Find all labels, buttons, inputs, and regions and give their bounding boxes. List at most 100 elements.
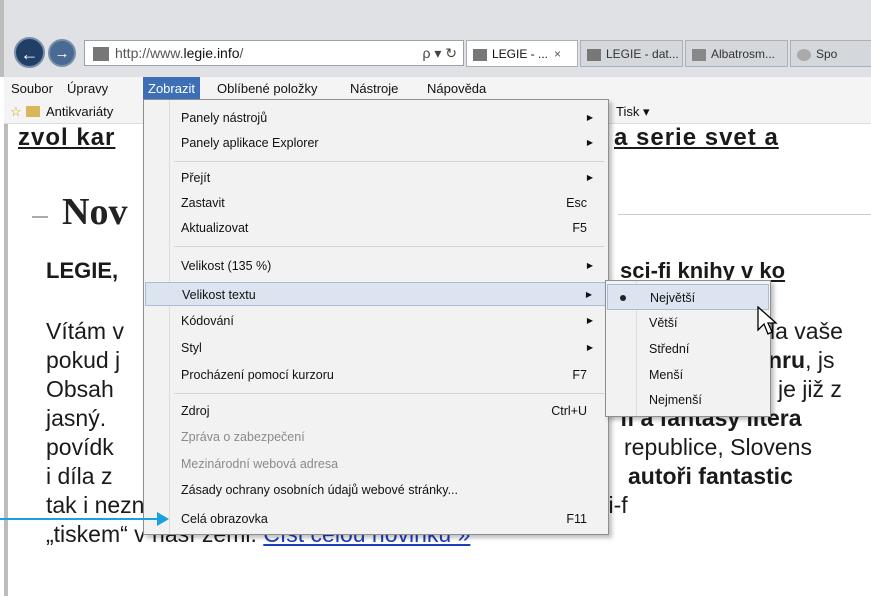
menu-zobrazit[interactable]: Zobrazit (143, 77, 200, 100)
menu-label: Velikost textu (182, 288, 256, 302)
menu-label: Menší (649, 368, 684, 382)
submenu-item-nejmensi[interactable]: Nejmenší (607, 387, 769, 413)
menu-napoveda[interactable]: Nápověda (422, 77, 491, 100)
menu-oblibene[interactable]: Oblíbené položky (212, 77, 322, 100)
favorite-antikvariaty[interactable]: Antikvariáty (46, 100, 113, 124)
menu-label: Zdroj (181, 404, 210, 418)
submenu-item-nejvetsi[interactable]: Největší (607, 284, 769, 310)
teaser-right[interactable]: a serie svet a (614, 124, 779, 152)
menu-label: Zpráva o zabezpečení (181, 430, 305, 444)
menu-label: Kódování (181, 314, 234, 328)
menu-label: Panely aplikace Explorer (181, 136, 319, 150)
callout-arrow-icon (157, 512, 169, 526)
menu-shortcut: Esc (566, 196, 587, 210)
subhead-left: LEGIE, (46, 258, 119, 283)
address-tools[interactable]: ρ ▾ ↻ (422, 41, 457, 65)
submenu-arrow-icon: ▶ (586, 316, 593, 325)
site-favicon-icon (93, 47, 109, 62)
tab-label: LEGIE - ... (492, 47, 549, 61)
tab-legie-active[interactable]: LEGIE - ... × (466, 40, 578, 67)
menu-item-prejit[interactable]: Přejít ▶ (145, 166, 607, 190)
menu-item-zdroj[interactable]: Zdroj Ctrl+U (145, 399, 607, 423)
body-bold: nru (768, 347, 806, 373)
menu-item-prochazeni-kurzorem[interactable]: Procházení pomocí kurzoru F7 (145, 363, 607, 387)
submenu-item-stredni[interactable]: Střední (607, 336, 769, 362)
heading-rule (618, 214, 871, 215)
body-line-left: jasný. (46, 405, 107, 431)
tab-legie-dat[interactable]: LEGIE - dat... (580, 40, 683, 67)
tab-spo[interactable]: Spo (790, 40, 871, 67)
site-favicon-icon (473, 48, 487, 61)
submenu-item-mensi[interactable]: Menší (607, 362, 769, 388)
menu-label: Celá obrazovka (181, 512, 268, 526)
mouse-cursor-icon (757, 306, 778, 335)
menu-label: Přejít (181, 171, 211, 185)
browser-toolbar: ← → http://www.legie.info/ ρ ▾ ↻ LEGIE -… (0, 0, 871, 77)
menu-label: Zásady ochrany osobních údajů webové str… (181, 483, 459, 497)
body-line-left: i díla z (46, 463, 113, 489)
menu-label: Střední (649, 342, 690, 356)
menu-label: Zastavit (181, 196, 225, 210)
menu-item-kodovani[interactable]: Kódování ▶ (145, 309, 607, 333)
body-line-left: povídk (46, 434, 114, 460)
star-icon[interactable]: ☆ (10, 100, 22, 124)
body-line-right: republice, Slovens (624, 434, 812, 460)
menu-shortcut: F5 (572, 221, 587, 235)
submenu-arrow-icon: ▶ (586, 113, 593, 122)
menu-shortcut: F7 (572, 368, 587, 382)
submenu-arrow-icon: ▶ (585, 290, 592, 299)
menu-item-velikost-textu[interactable]: Velikost textu ▶ (145, 282, 607, 306)
menu-item-panely-nastroju[interactable]: Panely nástrojů ▶ (145, 106, 607, 130)
ie-favicon-icon (797, 48, 811, 61)
teaser-left[interactable]: zvol kar (18, 124, 115, 152)
menu-item-mezinarodni-adresa: Mezinárodní webová adresa (145, 452, 607, 476)
menu-item-cela-obrazovka[interactable]: Celá obrazovka F11 (145, 507, 607, 531)
menu-item-zasady-ochrany[interactable]: Zásady ochrany osobních údajů webové str… (145, 478, 607, 502)
body-line-right: , js (805, 347, 835, 373)
tab-label: Spo (816, 47, 838, 61)
body-bold: autoři fantastic (628, 463, 793, 489)
address-bar[interactable]: http://www.legie.info/ ρ ▾ ↻ (84, 40, 464, 66)
view-menu-dropdown: Panely nástrojů ▶ Panely aplikace Explore… (143, 99, 609, 535)
submenu-arrow-icon: ▶ (586, 138, 593, 147)
body-line-right: la vaše (770, 318, 843, 344)
menu-label: Mezinárodní webová adresa (181, 457, 339, 471)
url-prefix: http://www. (115, 45, 184, 61)
menu-soubor[interactable]: Soubor (6, 77, 58, 100)
submenu-item-vetsi[interactable]: Větší (607, 310, 769, 336)
menu-upravy[interactable]: Úpravy (62, 77, 113, 100)
body-line-left: Vítám v (46, 318, 124, 344)
arrow-right-icon: → (54, 45, 70, 62)
submenu-arrow-icon: ▶ (586, 343, 593, 352)
menu-bar: Soubor Úpravy Zobrazit Oblíbené položky … (4, 77, 871, 100)
menu-label: Větší (649, 316, 678, 330)
menu-label: Aktualizovat (181, 221, 249, 235)
back-button[interactable]: ← (14, 37, 45, 68)
forward-button[interactable]: → (48, 39, 76, 67)
menu-nastroje[interactable]: Nástroje (345, 77, 403, 100)
body-line-left: Obsah (46, 376, 114, 402)
submenu-arrow-icon: ▶ (586, 173, 593, 182)
menu-label: Styl (181, 341, 202, 355)
tab-label: LEGIE - dat... (606, 47, 679, 61)
menu-label: Velikost (135 %) (181, 259, 272, 273)
text-size-submenu: Největší Větší Střední Menší Nejmenší (605, 280, 771, 417)
tab-albatros[interactable]: Albatrosm... (685, 40, 788, 67)
radio-bullet-icon (620, 295, 626, 301)
body-line-left: pokud j (46, 347, 121, 373)
body-line-right: je již z (778, 376, 842, 402)
close-tab-icon[interactable]: × (554, 47, 561, 61)
menu-item-zastavit[interactable]: Zastavit Esc (145, 191, 607, 215)
menu-item-velikost[interactable]: Velikost (135 %) ▶ (145, 254, 607, 278)
heading-dash (32, 216, 48, 218)
menu-item-styl[interactable]: Styl ▶ (145, 336, 607, 360)
menu-label: Procházení pomocí kurzoru (181, 368, 334, 382)
menu-item-panely-aplikace[interactable]: Panely aplikace Explorer ▶ (145, 131, 607, 155)
site-favicon-icon (587, 48, 601, 61)
menu-item-aktualizovat[interactable]: Aktualizovat F5 (145, 216, 607, 240)
menu-separator (174, 393, 604, 394)
print-menu[interactable]: Tisk ▾ (616, 100, 649, 124)
menu-label: Největší (650, 291, 696, 305)
arrow-left-icon: ← (20, 44, 39, 64)
menu-label: Panely nástrojů (181, 111, 268, 125)
